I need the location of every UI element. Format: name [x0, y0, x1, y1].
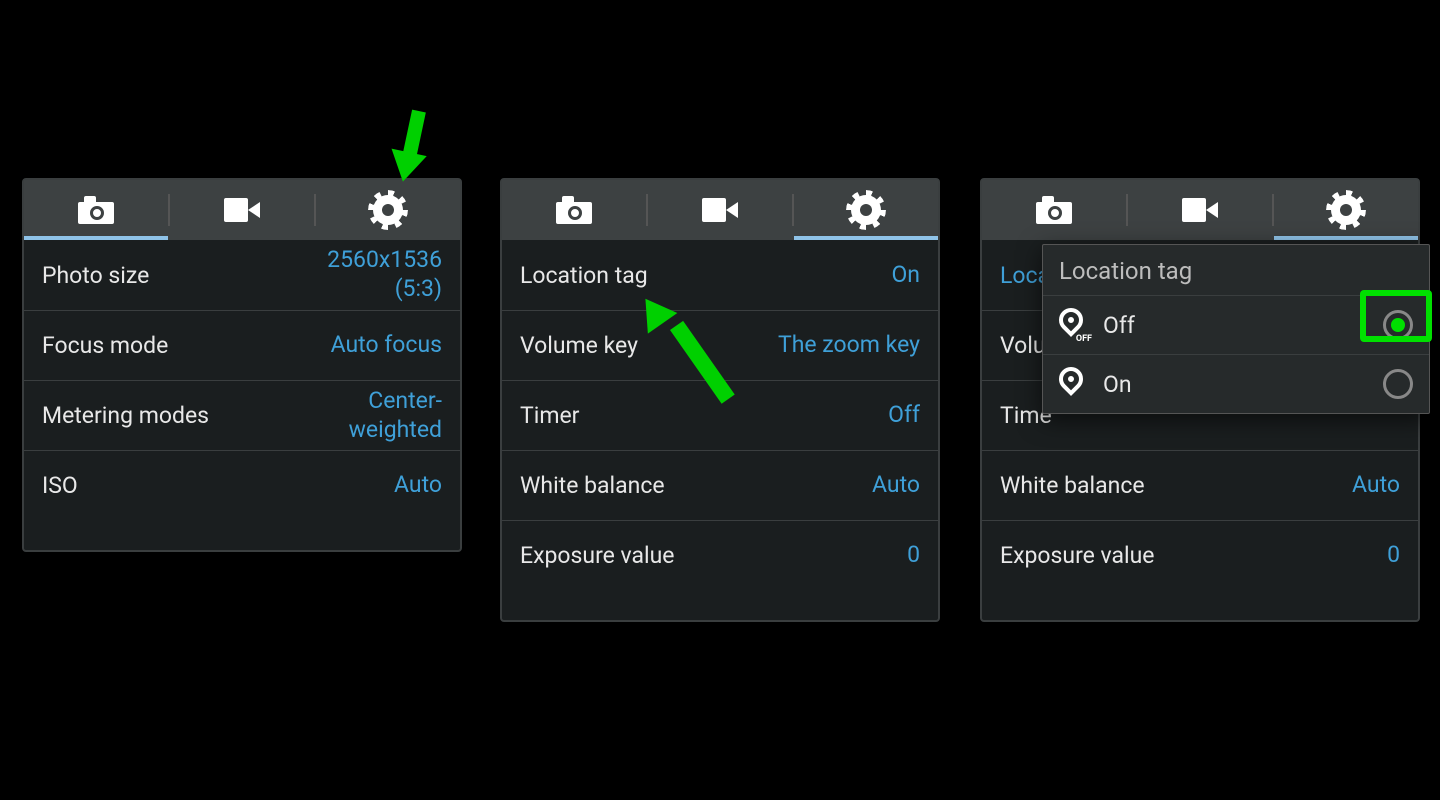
camera-icon	[78, 196, 114, 224]
popup-option-on[interactable]: On	[1043, 354, 1429, 413]
setting-label: Volume key	[520, 332, 638, 359]
video-icon	[224, 198, 260, 222]
settings-panel-1: Photo size 2560x1536 (5:3) Focus mode Au…	[22, 178, 462, 552]
tab-settings[interactable]	[316, 180, 460, 240]
tab-bar	[982, 180, 1418, 240]
popup-title: Location tag	[1043, 245, 1429, 295]
setting-value: Auto	[1352, 471, 1400, 500]
tab-camera[interactable]	[24, 180, 168, 240]
setting-label: Photo size	[42, 262, 149, 289]
panel-body: Photo size 2560x1536 (5:3) Focus mode Au…	[24, 240, 460, 550]
setting-label: Metering modes	[42, 402, 209, 429]
tab-settings[interactable]	[1274, 180, 1418, 240]
setting-row-white-balance[interactable]: White balance Auto	[982, 450, 1418, 520]
setting-value: Off	[888, 401, 920, 430]
setting-label: White balance	[1000, 472, 1145, 499]
setting-row-exposure-value[interactable]: Exposure value 0	[502, 520, 938, 590]
setting-label: Timer	[520, 402, 579, 429]
gear-icon	[1331, 195, 1361, 225]
camera-icon	[1036, 196, 1072, 224]
location-tag-popup: Location tag OFF Off On	[1042, 244, 1430, 414]
setting-label: Exposure value	[520, 542, 675, 569]
location-on-icon	[1059, 367, 1087, 401]
tab-bar	[24, 180, 460, 240]
setting-value: The zoom key	[778, 331, 920, 360]
setting-row-volume-key[interactable]: Volume key The zoom key	[502, 310, 938, 380]
panel-body: Location tag On Volume key The zoom key …	[502, 240, 938, 620]
setting-value: Auto focus	[331, 331, 442, 360]
setting-row-focus-mode[interactable]: Focus mode Auto focus	[24, 310, 460, 380]
setting-value: Center- weighted	[349, 387, 442, 445]
tab-video[interactable]	[648, 180, 792, 240]
tab-video[interactable]	[170, 180, 314, 240]
setting-row-white-balance[interactable]: White balance Auto	[502, 450, 938, 520]
video-icon	[1182, 198, 1218, 222]
setting-value: 0	[907, 541, 920, 570]
setting-label: Exposure value	[1000, 542, 1155, 569]
settings-panel-3: Loca Volu Time White balance Auto Exposu…	[980, 178, 1420, 622]
gear-icon	[373, 195, 403, 225]
gear-icon	[851, 195, 881, 225]
tab-camera[interactable]	[502, 180, 646, 240]
tab-camera[interactable]	[982, 180, 1126, 240]
tab-video[interactable]	[1128, 180, 1272, 240]
setting-label: ISO	[42, 472, 78, 499]
setting-row-photo-size[interactable]: Photo size 2560x1536 (5:3)	[24, 240, 460, 310]
video-icon	[702, 198, 738, 222]
radio-unselected[interactable]	[1383, 369, 1413, 399]
setting-row-location-tag[interactable]: Location tag On	[502, 240, 938, 310]
tab-bar	[502, 180, 938, 240]
setting-row-iso[interactable]: ISO Auto	[24, 450, 460, 520]
setting-row-metering-modes[interactable]: Metering modes Center- weighted	[24, 380, 460, 450]
tab-settings[interactable]	[794, 180, 938, 240]
popup-option-off[interactable]: OFF Off	[1043, 295, 1429, 354]
radio-selected[interactable]	[1383, 310, 1413, 340]
popup-option-label: Off	[1103, 312, 1135, 339]
setting-label: White balance	[520, 472, 665, 499]
setting-label: Volu	[1000, 332, 1046, 359]
setting-row-exposure-value[interactable]: Exposure value 0	[982, 520, 1418, 590]
setting-value: Auto	[872, 471, 920, 500]
setting-value: 2560x1536 (5:3)	[327, 246, 442, 304]
camera-icon	[556, 196, 592, 224]
setting-value: 0	[1387, 541, 1400, 570]
popup-option-label: On	[1103, 371, 1132, 398]
location-off-icon: OFF	[1059, 308, 1087, 342]
setting-value: Auto	[394, 471, 442, 500]
setting-value: On	[891, 261, 920, 290]
setting-label: Focus mode	[42, 332, 168, 359]
setting-label: Location tag	[520, 262, 648, 289]
